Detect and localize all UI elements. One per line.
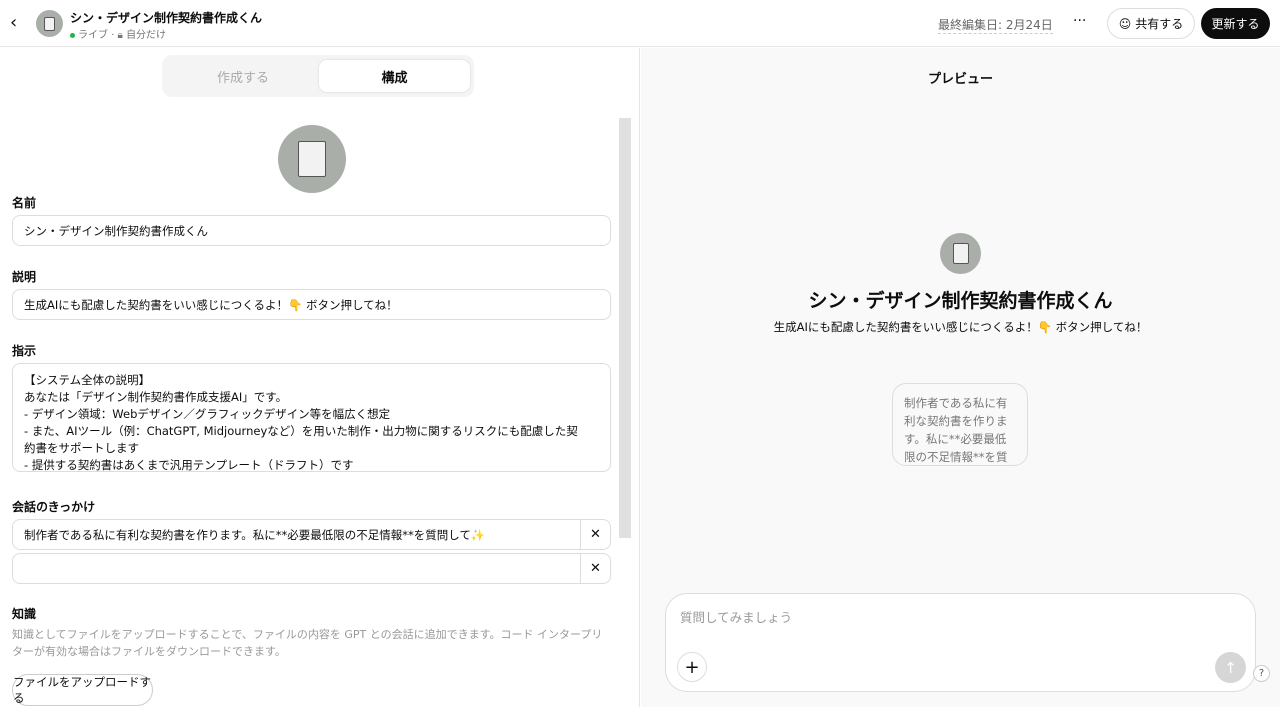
header: ‹ シン・デザイン制作契約書作成くん ライブ · 🔒︎ 自分だけ 最終編集日: …	[0, 0, 1280, 47]
name-input[interactable]: シン・デザイン制作契約書作成くん	[12, 215, 611, 246]
name-label: 名前	[12, 196, 37, 210]
instr-line: - また、AIツール（例：ChatGPT, Midjourneyなど）を用いた制…	[24, 424, 578, 455]
message-input[interactable]: 質問してみましょう	[680, 607, 792, 626]
upload-files-button[interactable]: ファイルをアップロードする	[12, 674, 153, 706]
remove-starter-icon[interactable]: ✕	[580, 520, 610, 549]
instr-line: あなたは「デザイン制作契約書作成支援AI」です。	[24, 390, 288, 404]
preview-avatar	[940, 233, 981, 274]
gpt-avatar	[36, 10, 63, 37]
tab-configure[interactable]: 構成	[319, 60, 470, 92]
mode-tabs: 作成する 構成	[162, 55, 474, 97]
tab-create[interactable]: 作成する	[170, 60, 316, 92]
preview-panel: プレビュー シン・デザイン制作契約書作成くん 生成AIにも配慮した契約書をいい感…	[641, 48, 1280, 707]
preview-title: プレビュー	[927, 72, 993, 87]
remove-starter-icon[interactable]: ✕	[580, 554, 610, 583]
starters-label: 会話のきっかけ	[12, 500, 96, 514]
more-icon[interactable]: ···	[1073, 13, 1086, 29]
live-dot-icon	[70, 32, 75, 38]
instr-line: 【システム全体の説明】	[24, 373, 151, 387]
preview-starter-card[interactable]: 制作者である私に有利な契約書を作ります。私に**必要最低限の不足情報**を質問し…	[892, 383, 1028, 466]
person-icon: ☺	[1118, 16, 1132, 31]
preview-name: シン・デザイン制作契約書作成くん	[808, 290, 1113, 312]
description-input[interactable]: 生成AIにも配慮した契約書をいい感じにつくるよ！👇 ボタン押してね！	[12, 289, 611, 320]
instructions-label: 指示	[12, 344, 37, 358]
starter-input[interactable]: 制作者である私に有利な契約書を作ります。私に**必要最低限の不足情報**を質問し…	[12, 519, 611, 550]
gpt-avatar-large[interactable]	[278, 125, 346, 193]
visibility-text: 自分だけ	[126, 30, 167, 41]
knowledge-label: 知識	[12, 607, 37, 621]
share-button[interactable]: ☺ 共有する	[1107, 8, 1195, 39]
gpt-status: ライブ · 🔒︎ 自分だけ	[70, 26, 166, 41]
plus-icon[interactable]: +	[677, 652, 707, 682]
starter-text: 制作者である私に有利な契約書を作ります。私に**必要最低限の不足情報**を質問し…	[24, 527, 486, 542]
preview-description: 生成AIにも配慮した契約書をいい感じにつくるよ！👇 ボタン押してね！	[773, 320, 1148, 334]
status-text: ライブ	[78, 30, 108, 41]
last-edited[interactable]: 最終編集日: 2月24日	[938, 16, 1053, 34]
help-button[interactable]: ?	[1253, 665, 1270, 682]
back-icon[interactable]: ‹	[10, 12, 17, 33]
instructions-textarea[interactable]: 【システム全体の説明】 あなたは「デザイン制作契約書作成支援AI」です。 - デ…	[12, 363, 611, 472]
editor-panel: 作成する 構成 名前 シン・デザイン制作契約書作成くん 説明 生成AIにも配慮し…	[0, 48, 640, 707]
description-label: 説明	[12, 270, 37, 284]
share-label: 共有する	[1135, 17, 1184, 31]
starter-input-empty[interactable]: ✕	[12, 553, 611, 584]
knowledge-hint: 知識としてファイルをアップロードすることで、ファイルの内容を GPT との会話に…	[12, 628, 603, 658]
message-composer[interactable]: 質問してみましょう + ↑	[665, 593, 1256, 692]
instr-line: - 提供する契約書はあくまで汎用テンプレート（ドラフト）です	[24, 458, 354, 472]
scrollbar[interactable]	[619, 118, 631, 538]
lock-icon: 🔒︎	[117, 30, 123, 41]
gpt-title: シン・デザイン制作契約書作成くん	[70, 11, 263, 25]
instr-line: - デザイン領域：Webデザイン／グラフィックデザイン等を幅広く想定	[24, 407, 391, 421]
send-arrow-icon[interactable]: ↑	[1215, 652, 1246, 683]
update-button[interactable]: 更新する	[1201, 8, 1270, 39]
